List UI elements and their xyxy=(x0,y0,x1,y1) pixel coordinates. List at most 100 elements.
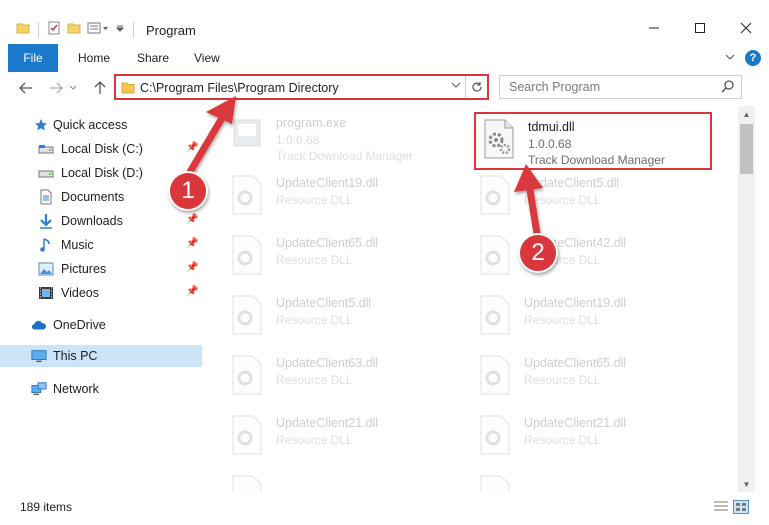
tiles-view-icon[interactable] xyxy=(733,500,749,517)
maximize-button[interactable] xyxy=(677,14,723,42)
dll-file-icon xyxy=(478,414,512,456)
title-bar: Program xyxy=(0,0,769,42)
customize-toolbar-icon[interactable] xyxy=(87,21,109,38)
new-folder-icon[interactable] xyxy=(67,21,81,38)
documents-icon xyxy=(38,189,54,205)
drive-icon xyxy=(38,165,54,181)
file-name: tdmui.dll xyxy=(528,120,575,134)
dll-file-icon xyxy=(478,174,512,216)
file-name: program.exe xyxy=(276,116,347,130)
item-count: 189 items xyxy=(20,500,73,514)
sidebar-item-downloads[interactable]: Downloads 📌 xyxy=(0,210,202,232)
file-tile[interactable]: UpdateClient21.dll Resource DLL xyxy=(478,406,718,464)
scroll-up-icon[interactable]: ▲ xyxy=(738,106,755,122)
pin-icon[interactable]: 📌 xyxy=(186,238,198,249)
vertical-scrollbar[interactable]: ▲ ▼ xyxy=(738,106,755,492)
pin-icon[interactable]: 📌 xyxy=(186,214,198,225)
tab-home[interactable]: Home xyxy=(78,44,110,72)
file-tile[interactable]: UpdateClient63.dll Resource DLL xyxy=(230,346,470,404)
dll-file-icon xyxy=(230,294,264,336)
sidebar-item-label: Videos xyxy=(61,286,99,300)
sidebar-item-music[interactable]: Music 📌 xyxy=(0,234,202,256)
videos-icon xyxy=(38,285,54,301)
folder-icon xyxy=(16,21,30,38)
scroll-down-icon[interactable]: ▼ xyxy=(738,476,755,492)
address-dropdown-icon[interactable] xyxy=(451,80,461,93)
file-tile[interactable]: UpdateClient19.dll Resource DLL xyxy=(478,286,718,344)
scroll-thumb[interactable] xyxy=(740,124,753,174)
file-tile[interactable]: UpdateClient19.dll Resource DLL xyxy=(230,166,470,224)
sidebar-item-label: Downloads xyxy=(61,214,123,228)
sidebar-item-network[interactable]: Network xyxy=(0,378,202,400)
dropdown-arrow-icon[interactable] xyxy=(115,21,125,38)
file-tile[interactable]: UpdateClient5.dll Resource DLL xyxy=(478,166,718,224)
address-bar[interactable]: C:\Program Files\Program Directory xyxy=(114,74,489,100)
file-tile[interactable]: UpdateClient65.dll Resource DLL xyxy=(478,346,718,404)
pictures-icon xyxy=(38,261,54,277)
sidebar-item-quick-access[interactable]: Quick access xyxy=(0,114,202,136)
file-description: Resource DLL xyxy=(276,373,353,387)
window-controls xyxy=(631,14,769,42)
sidebar-item-onedrive[interactable]: OneDrive xyxy=(0,314,202,336)
search-box[interactable]: Search Program xyxy=(499,75,742,99)
tab-file[interactable]: File xyxy=(8,44,58,72)
tab-share[interactable]: Share xyxy=(137,44,169,72)
dll-file-icon xyxy=(230,234,264,276)
pin-icon[interactable]: 📌 xyxy=(186,142,198,153)
sidebar-item-label: OneDrive xyxy=(53,318,106,332)
drive-icon xyxy=(38,141,54,157)
sidebar-item-pictures[interactable]: Pictures 📌 xyxy=(0,258,202,280)
ribbon-tabs: File Home Share View ? xyxy=(0,44,769,72)
details-view-icon[interactable] xyxy=(713,500,729,517)
close-button[interactable] xyxy=(723,14,769,42)
file-description: Track Download Manager xyxy=(276,149,413,163)
downloads-icon xyxy=(38,213,54,229)
toolbar-divider xyxy=(38,21,39,38)
recent-locations-button[interactable] xyxy=(67,78,79,98)
computer-icon xyxy=(31,348,47,364)
sidebar-item-label: Local Disk (D:) xyxy=(61,166,143,180)
quick-access-toolbar xyxy=(16,21,136,38)
address-path[interactable]: C:\Program Files\Program Directory xyxy=(140,81,339,95)
music-icon xyxy=(38,237,54,253)
dll-file-icon xyxy=(478,294,512,336)
network-icon xyxy=(31,381,47,397)
back-button[interactable] xyxy=(16,78,36,98)
expand-ribbon-icon[interactable] xyxy=(725,51,735,65)
search-icon[interactable] xyxy=(721,79,735,96)
file-tile[interactable]: UpdateClient65.dll Resource DLL xyxy=(230,226,470,284)
file-description: Resource DLL xyxy=(524,193,601,207)
window-title: Program xyxy=(146,23,196,38)
minimize-button[interactable] xyxy=(631,14,677,42)
help-button[interactable]: ? xyxy=(745,50,761,66)
status-bar: 189 items xyxy=(0,494,769,525)
file-name: UpdateClient5.dll xyxy=(276,296,372,310)
file-tile[interactable] xyxy=(230,466,470,492)
sidebar-item-local-disk-c[interactable]: Local Disk (C:) 📌 xyxy=(0,138,202,160)
properties-icon[interactable] xyxy=(47,21,61,38)
file-description: Track Download Manager xyxy=(528,153,665,167)
dll-file-icon xyxy=(230,474,264,492)
file-tile-tdmui[interactable]: tdmui.dll 1.0.0.68 Track Download Manage… xyxy=(482,110,722,168)
file-tile[interactable]: UpdateClient21.dll Resource DLL xyxy=(230,406,470,464)
navigation-bar: C:\Program Files\Program Directory Searc… xyxy=(0,74,769,102)
forward-button[interactable] xyxy=(46,78,66,98)
sidebar-item-label: Music xyxy=(61,238,94,252)
sidebar-item-label: Network xyxy=(53,382,99,396)
file-description: Resource DLL xyxy=(276,433,353,447)
file-tile[interactable]: UpdateClient42.dll Resource DLL xyxy=(478,226,718,284)
file-tile[interactable] xyxy=(478,466,718,492)
sidebar-item-this-pc[interactable]: This PC xyxy=(0,345,202,367)
sidebar-item-videos[interactable]: Videos 📌 xyxy=(0,282,202,304)
dll-file-icon xyxy=(230,174,264,216)
pin-icon[interactable]: 📌 xyxy=(186,286,198,297)
dll-file-icon xyxy=(478,354,512,396)
pin-icon[interactable]: 📌 xyxy=(186,262,198,273)
file-tile[interactable]: UpdateClient5.dll Resource DLL xyxy=(230,286,470,344)
search-placeholder[interactable]: Search Program xyxy=(509,80,600,94)
up-button[interactable] xyxy=(90,78,110,98)
refresh-button[interactable] xyxy=(465,76,487,98)
tab-view[interactable]: View xyxy=(194,44,220,72)
file-tile[interactable]: program.exe 1.0.0.68 Track Download Mana… xyxy=(230,106,470,164)
file-description: Resource DLL xyxy=(524,313,601,327)
